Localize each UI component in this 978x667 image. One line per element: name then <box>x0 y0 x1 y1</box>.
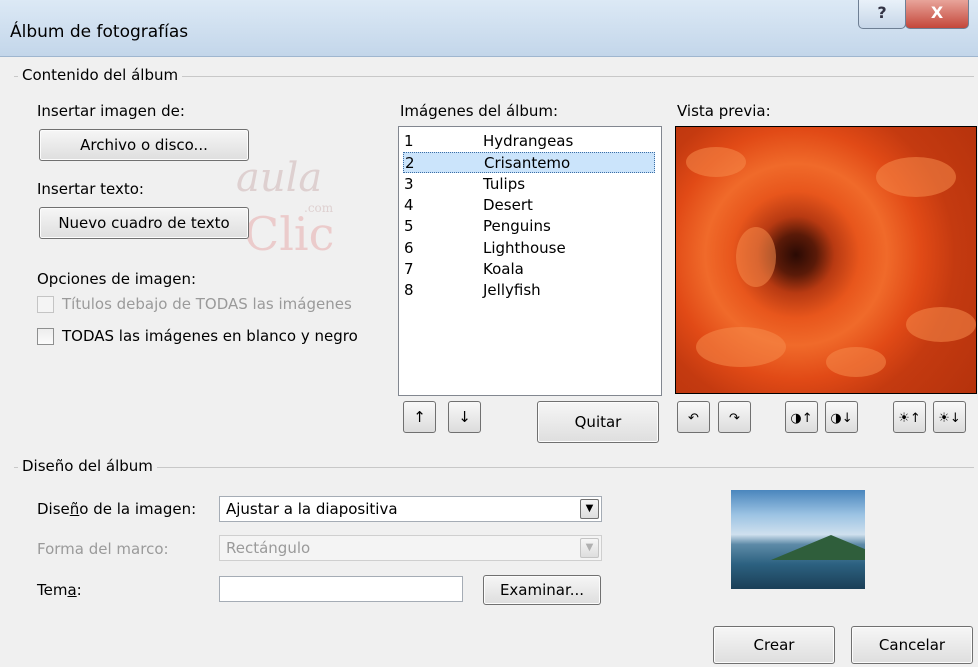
list-item[interactable]: 1 Hydrangeas <box>403 131 655 152</box>
chevron-down-icon[interactable]: ▼ <box>580 538 599 558</box>
insert-text-label: Insertar texto: <box>37 180 144 198</box>
help-button[interactable]: ? <box>858 0 906 29</box>
list-item-name: Hydrangeas <box>483 132 574 150</box>
file-or-disk-button[interactable]: Archivo o disco... <box>39 129 249 161</box>
list-item[interactable]: 8 Jellyfish <box>403 280 655 301</box>
theme-input[interactable] <box>219 576 463 602</box>
black-and-white-checkbox[interactable] <box>37 328 54 345</box>
brightness-down-button[interactable]: ☀↓ <box>933 401 966 433</box>
picture-layout-select[interactable]: Ajustar a la diapositiva ▼ <box>219 496 602 522</box>
preview-image <box>675 126 977 394</box>
close-button[interactable]: X <box>905 0 969 29</box>
window-title: Álbum de fotografías <box>10 22 189 42</box>
frame-shape-value: Rectángulo <box>226 539 311 557</box>
list-item[interactable]: 7 Koala <box>403 259 655 280</box>
list-item-number: 8 <box>404 281 414 300</box>
list-item[interactable]: 6 Lighthouse <box>403 238 655 259</box>
list-item-number: 4 <box>404 195 414 214</box>
frame-shape-label: Forma del marco: <box>37 540 169 558</box>
layout-preview-thumbnail <box>731 490 865 589</box>
list-item-number: 3 <box>404 174 414 193</box>
list-item-name: Penguins <box>483 217 551 236</box>
list-item-name: Jellyfish <box>483 281 541 300</box>
arrow-down-icon: ↓ <box>458 408 471 426</box>
black-and-white-label: TODAS las imágenes en blanco y negro <box>62 327 358 345</box>
list-item[interactable]: 3 Tulips <box>403 174 655 195</box>
picture-layout-value: Ajustar a la diapositiva <box>226 500 398 518</box>
captions-below-label: Títulos debajo de TODAS las imágenes <box>62 295 352 313</box>
watermark-clic-text: Clic <box>244 207 335 261</box>
list-item-name: Desert <box>483 195 533 214</box>
move-up-button[interactable]: ↑ <box>403 401 436 433</box>
watermark-aula-text: aula <box>236 155 323 201</box>
album-pictures-label: Imágenes del álbum: <box>400 102 559 120</box>
rotate-left-icon: ↶ <box>688 411 699 426</box>
brightness-down-icon: ☀↓ <box>938 411 961 426</box>
captions-below-checkbox[interactable] <box>37 296 54 313</box>
list-item-name: Koala <box>483 259 524 278</box>
insert-image-label: Insertar imagen de: <box>37 102 185 120</box>
list-item-number: 5 <box>404 217 414 236</box>
brightness-up-button[interactable]: ☀↑ <box>893 401 926 433</box>
new-text-box-button[interactable]: Nuevo cuadro de texto <box>39 207 249 239</box>
album-content-legend: Contenido del álbum <box>18 66 183 84</box>
album-layout-legend: Diseño del álbum <box>18 457 157 475</box>
create-button[interactable]: Crear <box>713 626 835 664</box>
rotate-left-button[interactable]: ↶ <box>677 401 710 433</box>
list-item-number: 7 <box>404 259 414 278</box>
picture-layout-label: Diseño de la imagen: <box>37 500 197 518</box>
help-icon: ? <box>877 3 887 22</box>
photo-album-dialog: Álbum de fotografías ? X Contenido del á… <box>0 0 978 667</box>
cancel-button[interactable]: Cancelar <box>851 626 973 664</box>
image-options-label: Opciones de imagen: <box>37 270 197 288</box>
list-item-number: 6 <box>404 238 414 257</box>
rotate-right-icon: ↷ <box>729 411 740 426</box>
album-layout-group <box>14 467 974 468</box>
contrast-up-button[interactable]: ◑↑ <box>785 401 818 433</box>
rotate-right-button[interactable]: ↷ <box>718 401 751 433</box>
frame-shape-select[interactable]: Rectángulo ▼ <box>219 535 602 561</box>
move-down-button[interactable]: ↓ <box>448 401 481 433</box>
theme-label: Tema: <box>37 581 82 599</box>
contrast-up-icon: ◑↑ <box>790 411 813 426</box>
brightness-up-icon: ☀↑ <box>898 411 921 426</box>
list-item[interactable]: 4 Desert <box>403 195 655 216</box>
remove-button[interactable]: Quitar <box>537 401 659 443</box>
list-item-name: Tulips <box>483 174 526 193</box>
list-item[interactable]: 5 Penguins <box>403 216 655 237</box>
chevron-down-icon[interactable]: ▼ <box>580 499 599 519</box>
album-pictures-list[interactable]: 1 Hydrangeas 2 Crisantemo 3 Tulips 4 Desert 5 Pen… <box>398 126 662 396</box>
browse-button[interactable]: Examinar... <box>483 575 601 605</box>
arrow-up-icon: ↑ <box>413 408 426 426</box>
watermark-com-text: .com <box>304 201 334 215</box>
title-bar: Álbum de fotografías ? X <box>0 0 978 57</box>
list-item-number: 2 <box>405 154 415 173</box>
close-icon: X <box>930 3 944 22</box>
list-item-name: Crisantemo <box>484 154 571 173</box>
list-item[interactable]: 2 Crisantemo <box>403 152 655 174</box>
contrast-down-icon: ◑↓ <box>830 411 853 426</box>
list-item-name: Lighthouse <box>483 238 566 257</box>
preview-label: Vista previa: <box>677 102 771 120</box>
list-item-number: 1 <box>404 132 414 150</box>
contrast-down-button[interactable]: ◑↓ <box>825 401 858 433</box>
